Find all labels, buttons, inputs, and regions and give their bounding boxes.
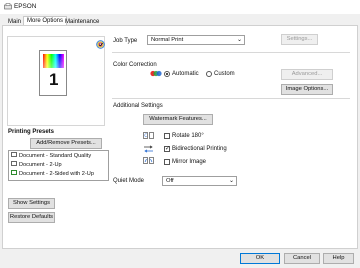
color-correction-label: Color Correction [113, 62, 157, 68]
ink-status-icon[interactable] [96, 40, 105, 49]
job-type-select[interactable]: Normal Print ⌄ [147, 35, 245, 45]
epson-printer-icon [4, 3, 12, 10]
rotate-180-checkbox[interactable] [164, 133, 170, 139]
rotate-180-label: Rotate 180° [172, 133, 204, 139]
bidirectional-icon [144, 145, 153, 153]
svg-text:C: C [144, 133, 147, 138]
image-options-button[interactable]: Image Options... [281, 84, 333, 95]
job-type-label: Job Type [113, 38, 138, 44]
preview-page: 1 [39, 50, 67, 96]
additional-settings-label: Additional Settings [113, 103, 163, 109]
show-settings-button[interactable]: Show Settings [8, 198, 55, 209]
divider [112, 98, 350, 99]
list-item[interactable]: Document - 2-Up [11, 161, 62, 169]
chevron-down-icon: ⌄ [228, 178, 234, 184]
automatic-radio[interactable] [164, 71, 170, 77]
document-preset-icon [11, 152, 17, 158]
ok-button[interactable]: OK [240, 253, 280, 264]
custom-radio[interactable] [206, 71, 212, 77]
color-preview-image [43, 54, 64, 68]
watermark-features-button[interactable]: Watermark Features... [143, 114, 213, 125]
list-item[interactable]: Document - Standard Quality [11, 152, 91, 160]
automatic-label: Automatic [172, 71, 199, 77]
rotate-icon: C [143, 132, 154, 139]
window-title: EPSON [14, 3, 37, 10]
cancel-button[interactable]: Cancel [284, 253, 320, 264]
print-preview: 1 [7, 36, 105, 126]
add-remove-presets-button[interactable]: Add/Remove Presets... [30, 138, 102, 149]
bidirectional-printing-checkbox[interactable]: ✓ [164, 146, 170, 152]
title-bar: EPSON [0, 0, 360, 14]
document-preset-icon [11, 161, 17, 167]
document-preset-icon [11, 170, 17, 176]
chevron-down-icon: ⌄ [236, 37, 242, 43]
mirror-image-label: Mirror Image [172, 159, 207, 165]
list-item[interactable]: Document - 2-Sided with 2-Up [11, 170, 94, 178]
mirror-icon [143, 157, 154, 164]
quiet-mode-label: Quiet Mode [113, 178, 145, 184]
bidirectional-printing-label: Bidirectional Printing [172, 146, 227, 152]
job-type-settings-button[interactable]: Settings... [281, 34, 318, 45]
preview-page-number: 1 [49, 70, 59, 89]
presets-list[interactable]: Document - Standard Quality Document - 2… [8, 150, 109, 181]
divider [112, 52, 350, 53]
color-correction-icon [150, 70, 162, 77]
help-button[interactable]: Help [323, 253, 354, 264]
advanced-button[interactable]: Advanced... [281, 69, 333, 80]
printing-presets-heading: Printing Presets [8, 129, 55, 135]
mirror-image-checkbox[interactable] [164, 159, 170, 165]
restore-defaults-button[interactable]: Restore Defaults [8, 212, 55, 223]
custom-label: Custom [214, 71, 235, 77]
quiet-mode-select[interactable]: Off ⌄ [162, 176, 237, 186]
